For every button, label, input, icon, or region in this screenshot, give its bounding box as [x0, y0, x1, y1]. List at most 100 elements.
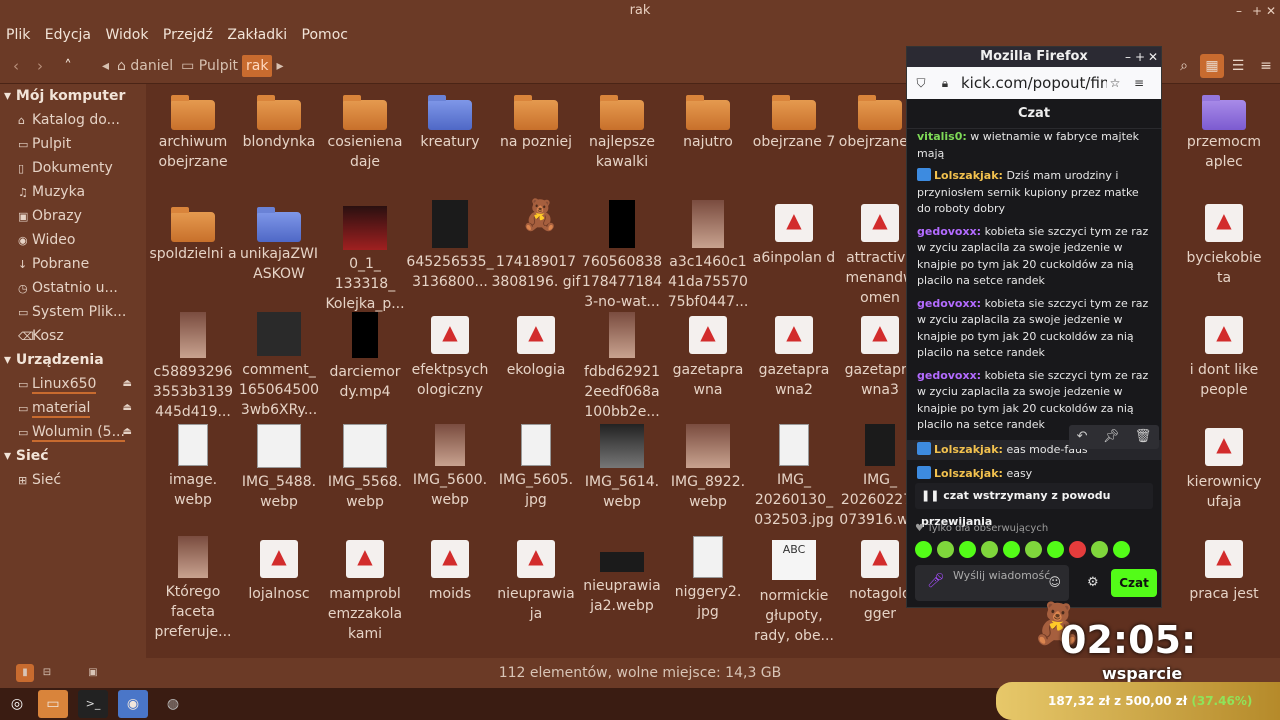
reply-icon[interactable]: ↶	[1077, 429, 1088, 446]
sidebar-item-music[interactable]: ♫ Muzyka	[0, 180, 146, 204]
places-toggle-icon[interactable]: ▮	[16, 664, 34, 682]
compact-view-icon[interactable]: ≡	[1254, 54, 1278, 78]
close-icon[interactable]: ✕	[1266, 0, 1276, 22]
menu-pomoc[interactable]: Pomoc	[302, 27, 348, 43]
chevron-left-icon[interactable]: ◂	[98, 55, 113, 77]
emote-icon[interactable]	[1047, 541, 1064, 558]
menu-plik[interactable]: Plik	[6, 27, 30, 43]
chat-message[interactable]: vitalis0: w wietnamie w fabryce majtek m…	[917, 129, 1151, 162]
file-item[interactable]: IMG_5568. webp	[320, 424, 410, 512]
sidebar-item-downloads[interactable]: ↓ Pobrane	[0, 252, 146, 276]
maximize-icon[interactable]: +	[1135, 47, 1145, 67]
file-item[interactable]: fdbd62921 2eedf068a 100bb2e...	[577, 312, 667, 422]
file-item[interactable]: obejrzane 7	[749, 95, 839, 152]
chat-username[interactable]: Lolszakjak:	[934, 169, 1003, 182]
send-chat-button[interactable]: Czat	[1111, 569, 1157, 597]
sidebar-item-volume[interactable]: ▭ Wolumin (5... ⏏	[0, 420, 146, 444]
file-item[interactable]: niggery2. jpg	[663, 536, 753, 622]
file-item[interactable]: nieuprawia ja2.webp	[577, 552, 667, 616]
eject-icon[interactable]: ⏏	[123, 396, 132, 420]
file-item[interactable]: i dont like people	[1179, 316, 1269, 400]
sidebar-item-pictures[interactable]: ▣ Obrazy	[0, 204, 146, 228]
sidebar-heading-network[interactable]: ▾ Sieć	[0, 444, 146, 468]
shield-icon[interactable]: ⛉	[913, 76, 929, 91]
file-item[interactable]: ABC normickie głupoty, rady, obe...	[749, 540, 839, 646]
microphone-icon[interactable]: 🎤︎	[927, 574, 945, 588]
back-icon[interactable]: ‹	[4, 54, 28, 78]
list-view-icon[interactable]: ☰	[1226, 54, 1250, 78]
chat-username[interactable]: gedovoxx:	[917, 297, 981, 310]
chat-username[interactable]: Lolszakjak:	[934, 443, 1003, 456]
file-item[interactable]: 760560838 178477184 3-no-wat...	[577, 200, 667, 312]
obs-app-icon[interactable]: ◍	[158, 690, 188, 718]
emote-icon[interactable]	[1025, 541, 1042, 558]
up-icon[interactable]: ˄	[56, 54, 80, 78]
emote-icon[interactable]	[1003, 541, 1020, 558]
sidebar-item-documents[interactable]: ▯ Dokumenty	[0, 156, 146, 180]
emote-icon[interactable]	[915, 541, 932, 558]
lock-icon[interactable]: 🔒︎	[937, 76, 953, 91]
file-item[interactable]: 645256535_ 3136800...	[405, 200, 495, 292]
chat-message[interactable]: Lolszakjak: Dziś mam urodziny i przynios…	[917, 168, 1151, 218]
chat-paused-banner[interactable]: ❚❚ czat wstrzymany z powodu przewijania	[915, 483, 1153, 528]
file-item[interactable]: comment_ 165064500 3wb6XRy...	[234, 312, 324, 420]
menu-przejdz[interactable]: Przejdź	[163, 27, 213, 43]
file-item[interactable]: unikajaZWI ASKOW	[234, 207, 324, 284]
files-app-icon[interactable]: ▭	[38, 690, 68, 718]
file-item[interactable]: przemocm aplec	[1179, 95, 1269, 172]
crumb-rak[interactable]: rak	[242, 55, 273, 77]
bookmark-star-icon[interactable]: ☆	[1107, 76, 1123, 90]
file-item[interactable]: najlepsze kawalki	[577, 95, 667, 172]
maximize-icon[interactable]: +	[1252, 0, 1262, 22]
menu-edycja[interactable]: Edycja	[45, 27, 91, 43]
minimize-icon[interactable]: –	[1236, 0, 1242, 22]
chat-messages[interactable]: vitalis0: w wietnamie w fabryce majtek m…	[907, 129, 1161, 515]
file-item[interactable]: praca jest	[1179, 540, 1269, 604]
panel-toggle-icon[interactable]: ▣	[84, 664, 102, 682]
emote-icon[interactable]	[1113, 541, 1130, 558]
file-item[interactable]: IMG_5614. webp	[577, 424, 667, 512]
emote-icon[interactable]	[1091, 541, 1108, 558]
file-item[interactable]: spoldzielni a	[148, 207, 238, 264]
file-item[interactable]: Którego faceta preferuje...	[148, 536, 238, 642]
file-item[interactable]: c58893296 3553b3139 445d419...	[148, 312, 238, 422]
emote-icon[interactable]	[1069, 541, 1086, 558]
menu-launcher-icon[interactable]: ◎	[2, 690, 32, 718]
file-item[interactable]: kierownicy ufaja	[1179, 428, 1269, 512]
file-item[interactable]: cosieniena daje	[320, 95, 410, 172]
eject-icon[interactable]: ⏏	[123, 420, 132, 444]
chat-username[interactable]: gedovoxx:	[917, 225, 981, 238]
file-item[interactable]: a6inpolan d	[749, 204, 839, 268]
minimize-icon[interactable]: –	[1125, 47, 1131, 67]
emote-icon[interactable]	[981, 541, 998, 558]
menu-widok[interactable]: Widok	[105, 27, 148, 43]
file-item[interactable]: kreatury	[405, 95, 495, 152]
sidebar-item-filesystem[interactable]: ▭ System Plik...	[0, 300, 146, 324]
firefox-app-icon[interactable]: ◉	[118, 690, 148, 718]
search-icon[interactable]: ⌕	[1172, 54, 1196, 78]
url-bar[interactable]: ⛉ 🔒︎ kick.com/popout/fina ☆ ≡	[907, 67, 1161, 99]
forward-icon[interactable]: ›	[28, 54, 52, 78]
eject-icon[interactable]: ⏏	[123, 372, 132, 396]
sidebar-item-linux650[interactable]: ▭ Linux650 ⏏	[0, 372, 146, 396]
file-item[interactable]: image. webp	[148, 424, 238, 510]
sidebar-heading-devices[interactable]: ▾ Urządzenia	[0, 348, 146, 372]
emote-icon[interactable]	[959, 541, 976, 558]
sidebar-item-pulpit[interactable]: ▭ Pulpit	[0, 132, 146, 156]
delete-icon[interactable]: 🗑︎	[1135, 429, 1152, 446]
chat-message[interactable]: gedovoxx: kobieta sie szczyci tym ze raz…	[917, 296, 1151, 362]
file-item[interactable]: efektpsych ologiczny	[405, 316, 495, 400]
crumb-pulpit[interactable]: ▭ Pulpit	[177, 55, 242, 77]
gear-icon[interactable]: ⚙	[1087, 575, 1099, 590]
file-item[interactable]: moids	[405, 540, 495, 604]
file-item[interactable]: gazetapra wna2	[749, 316, 839, 400]
chat-input[interactable]: 🎤︎ Wyślij wiadomość ☺	[915, 565, 1069, 601]
file-item[interactable]: na pozniej	[491, 95, 581, 152]
sidebar-heading-computer[interactable]: ▾ Mój komputer	[0, 84, 146, 108]
file-item[interactable]: gazetapra wna	[663, 316, 753, 400]
file-item[interactable]: 🧸 174189017 3808196. gif	[491, 201, 581, 292]
chat-username[interactable]: gedovoxx:	[917, 369, 981, 382]
file-item[interactable]: IMG_8922. webp	[663, 424, 753, 512]
file-item[interactable]: blondynka	[234, 95, 324, 152]
sidebar-item-trash[interactable]: ⌫Kosz	[0, 324, 146, 348]
